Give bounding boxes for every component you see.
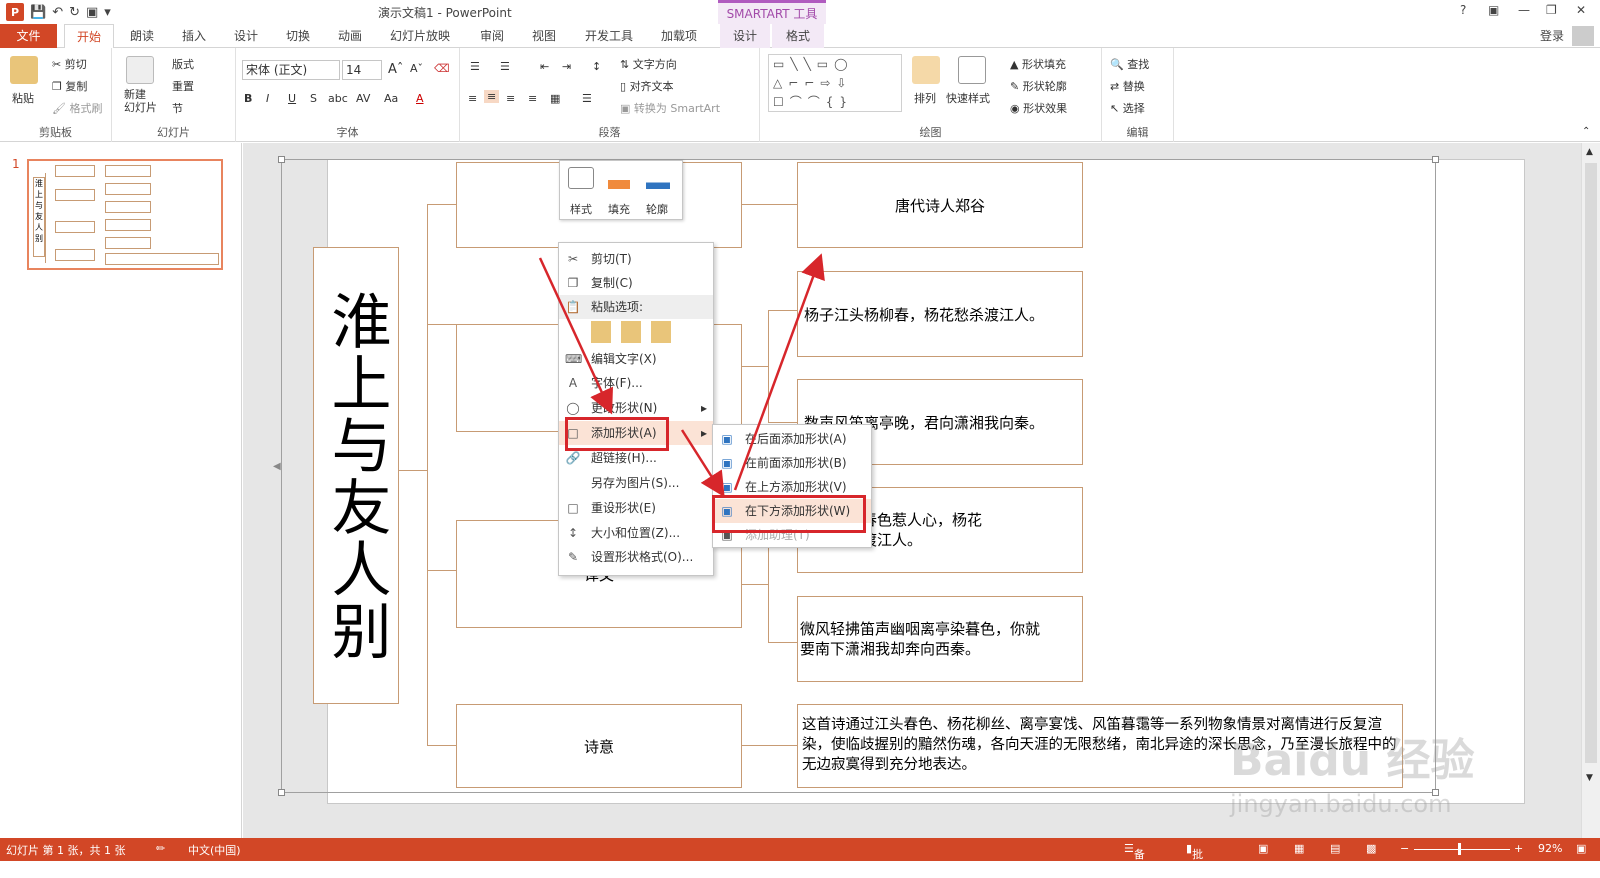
comments-button[interactable]: ▮ 批注 — [1186, 842, 1203, 877]
zoom-slider-thumb[interactable] — [1458, 843, 1461, 855]
scroll-thumb[interactable] — [1585, 163, 1597, 763]
comments-label: 批注 — [1192, 848, 1204, 877]
language-indicator[interactable]: 中文(中国) — [188, 842, 241, 858]
vertical-scrollbar[interactable]: ▲ ▼ — [1581, 143, 1600, 838]
zoom-level[interactable]: 92% — [1538, 842, 1562, 855]
slideshow-view-icon[interactable]: ▩ — [1366, 842, 1376, 855]
arrow-to-add-shape — [538, 257, 613, 415]
status-bar: 幻灯片 第 1 张，共 1 张 ✏ 中文(中国) ☰ 备注 ▮ 批注 ▣ ▦ ▤… — [0, 838, 1600, 877]
zoom-out-icon[interactable]: − — [1400, 842, 1409, 855]
fit-slide-icon[interactable]: ▣ — [1576, 842, 1586, 855]
normal-view-icon[interactable]: ▣ — [1258, 842, 1268, 855]
slide-info: 幻灯片 第 1 张，共 1 张 — [6, 844, 126, 857]
spellcheck-icon[interactable]: ✏ — [156, 842, 165, 855]
reading-view-icon[interactable]: ▤ — [1330, 842, 1340, 855]
scroll-up-icon[interactable]: ▲ — [1586, 147, 1593, 157]
notes-label: 备注 — [1133, 848, 1145, 877]
arrow-to-add-below — [680, 429, 725, 498]
arrow-to-result — [733, 253, 825, 491]
slide-sorter-icon[interactable]: ▦ — [1294, 842, 1304, 855]
notes-button[interactable]: ☰ 备注 — [1124, 842, 1145, 877]
annotation-arrows — [538, 253, 825, 498]
scroll-down-icon[interactable]: ▼ — [1586, 773, 1593, 783]
zoom-in-icon[interactable]: + — [1514, 842, 1523, 855]
zoom-slider[interactable] — [1414, 849, 1510, 850]
